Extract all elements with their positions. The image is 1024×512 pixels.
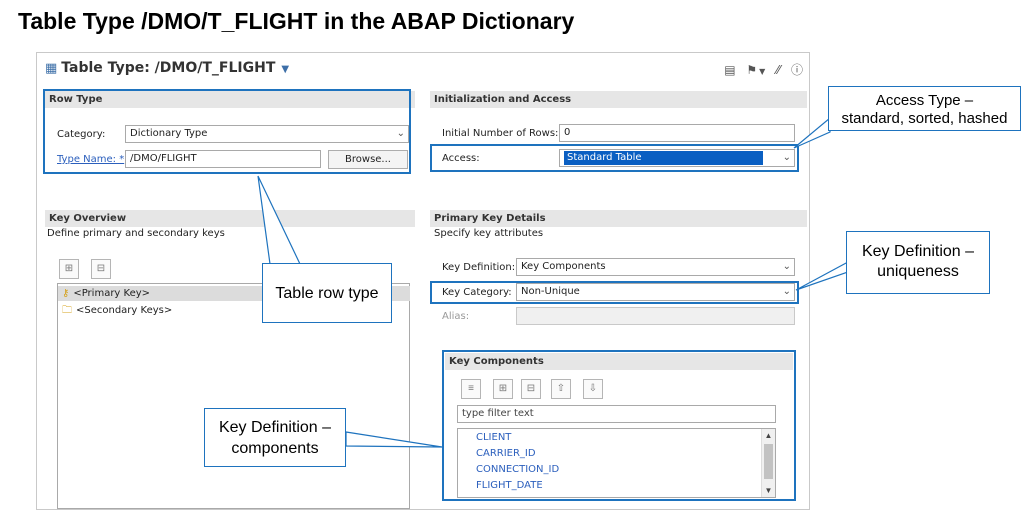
callout-line: Key Definition – — [861, 243, 975, 260]
callout-line: Key Definition – — [218, 419, 332, 436]
access-type-pointer — [793, 116, 831, 149]
callout-line: Access Type – — [875, 92, 974, 109]
callout-line: standard, sorted, hashed — [841, 110, 1008, 127]
callout-line: components — [231, 440, 319, 457]
key-uniqueness-pointer — [795, 260, 849, 291]
table-row-type-pointer — [257, 175, 301, 265]
callout-key-uniqueness: Key Definition – uniqueness — [846, 231, 990, 294]
callout-access-type: Access Type – standard, sorted, hashed — [828, 86, 1021, 131]
callout-table-row-type: Table row type — [262, 263, 392, 323]
callout-line: uniqueness — [877, 263, 959, 280]
callout-key-components: Key Definition – components — [204, 408, 346, 467]
key-components-pointer — [345, 431, 443, 448]
